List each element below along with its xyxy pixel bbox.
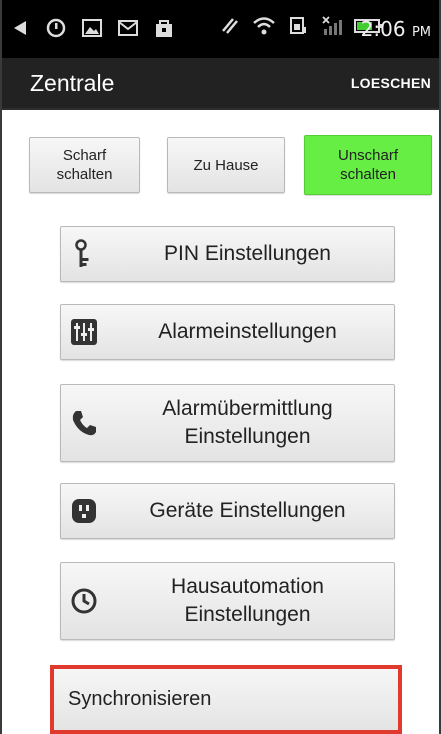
synchronize-label: Synchronisieren bbox=[68, 688, 212, 710]
action-bar: Zentrale LOESCHEN bbox=[2, 58, 439, 110]
alarm-transmission-label: Alarmübermittlung Einstellungen bbox=[162, 397, 333, 448]
signal-icon bbox=[320, 14, 344, 38]
home-mode-button[interactable]: Zu Hause bbox=[167, 137, 285, 193]
key-icon bbox=[69, 239, 99, 269]
back-arrow-icon bbox=[8, 16, 32, 40]
device-settings-label: Geräte Einstellungen bbox=[149, 499, 346, 522]
disarm-button[interactable]: Unscharf schalten bbox=[304, 135, 432, 195]
sliders-icon bbox=[69, 317, 99, 347]
sync-notification-icon bbox=[44, 16, 68, 40]
alarm-transmission-settings-button[interactable]: Alarmübermittlung Einstellungen bbox=[60, 384, 395, 462]
device-settings-button[interactable]: Geräte Einstellungen bbox=[60, 483, 395, 539]
shopping-bag-icon bbox=[152, 16, 176, 40]
sync-status-icon bbox=[218, 14, 242, 38]
pin-settings-button[interactable]: PIN Einstellungen bbox=[60, 226, 395, 282]
pin-settings-label: PIN Einstellungen bbox=[164, 242, 331, 265]
status-time-suffix: PM bbox=[411, 25, 431, 40]
wifi-icon bbox=[252, 14, 276, 38]
status-time-value: 2:06 bbox=[360, 17, 406, 41]
page-title: Zentrale bbox=[30, 70, 115, 96]
status-bar: 2:06 PM bbox=[2, 0, 439, 58]
image-notification-icon bbox=[80, 16, 104, 40]
sim-card-icon bbox=[286, 14, 310, 38]
status-time: 2:06 PM bbox=[361, 17, 431, 41]
phone-icon bbox=[69, 408, 99, 438]
arm-button[interactable]: Scharf schalten bbox=[29, 137, 140, 193]
delete-button[interactable]: LOESCHEN bbox=[351, 75, 431, 91]
device-icon bbox=[69, 496, 99, 526]
home-automation-label: Hausautomation Einstellungen bbox=[171, 575, 324, 626]
alarm-settings-label: Alarmeinstellungen bbox=[158, 320, 337, 343]
main-content: Scharf schalten Zu Hause Unscharf schalt… bbox=[2, 110, 439, 734]
synchronize-button[interactable]: Synchronisieren bbox=[50, 665, 402, 734]
alarm-settings-button[interactable]: Alarmeinstellungen bbox=[60, 304, 395, 360]
home-automation-settings-button[interactable]: Hausautomation Einstellungen bbox=[60, 562, 395, 640]
clock-icon bbox=[69, 586, 99, 616]
mail-notification-icon bbox=[116, 16, 140, 40]
